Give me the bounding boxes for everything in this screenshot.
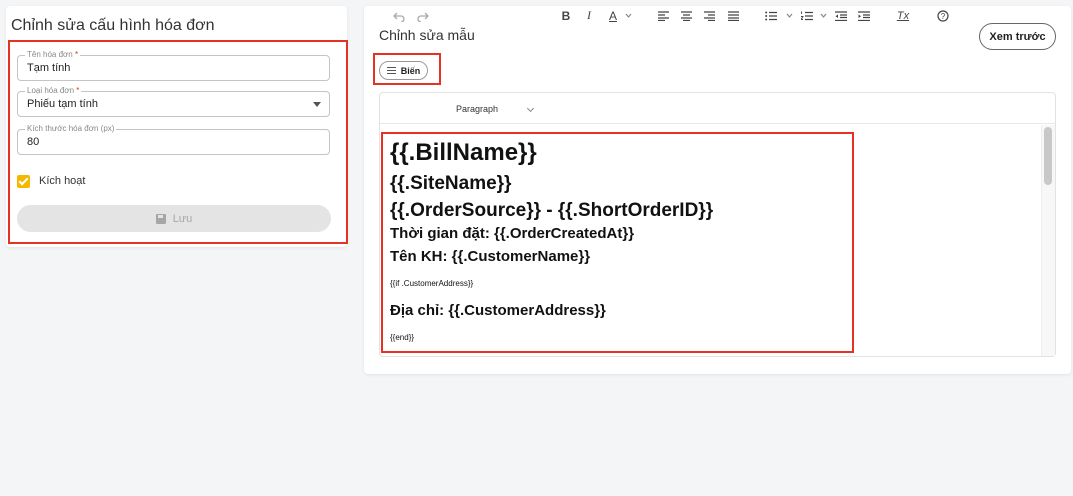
save-button[interactable]: Lưu xyxy=(17,205,331,232)
numbered-list-icon[interactable] xyxy=(799,0,815,31)
active-checkbox-row[interactable]: Kích hoạt xyxy=(17,173,85,189)
variables-button[interactable]: Biến xyxy=(379,61,428,80)
invoice-size-field[interactable]: Kích thước hóa đơn (px) 80 xyxy=(17,124,330,155)
font-color-chevron-icon[interactable] xyxy=(622,0,634,31)
template-line-customer: Tên KH: {{.CustomerName}} xyxy=(390,248,591,265)
bullet-list-icon[interactable] xyxy=(763,0,779,31)
invoice-size-value: 80 xyxy=(27,136,40,148)
invoice-name-field[interactable]: Tên hóa đơn * Tạm tính xyxy=(17,50,330,81)
block-format-select[interactable]: Paragraph xyxy=(452,101,537,117)
font-color-button[interactable]: A xyxy=(605,0,621,31)
invoice-type-select[interactable]: Loại hóa đơn * Phiếu tạm tính xyxy=(17,86,330,117)
invoice-name-label: Tên hóa đơn * xyxy=(25,50,81,60)
invoice-type-label: Loại hóa đơn * xyxy=(25,86,82,96)
italic-button[interactable]: I xyxy=(582,0,596,31)
undo-icon[interactable] xyxy=(391,0,407,31)
save-button-label: Lưu xyxy=(172,212,193,225)
active-checkbox-label: Kích hoạt xyxy=(39,175,86,187)
template-line-sitename: {{.SiteName}} xyxy=(390,173,512,194)
indent-icon[interactable] xyxy=(856,0,872,31)
invoice-config-title: Chỉnh sửa cấu hình hóa đơn xyxy=(11,17,215,34)
bullet-list-chevron-icon[interactable] xyxy=(784,0,794,31)
block-format-value: Paragraph xyxy=(456,104,499,114)
template-line-end: {{end}} xyxy=(390,333,415,342)
outdent-icon[interactable] xyxy=(833,0,849,31)
list-icon xyxy=(386,67,396,74)
align-left-icon[interactable] xyxy=(655,0,671,31)
align-justify-icon[interactable] xyxy=(725,0,741,31)
chevron-down-icon xyxy=(526,104,535,113)
save-disk-icon xyxy=(155,213,166,224)
redo-icon[interactable] xyxy=(415,0,431,31)
help-icon[interactable]: ? xyxy=(935,0,951,31)
align-center-icon[interactable] xyxy=(678,0,694,31)
align-right-icon[interactable] xyxy=(701,0,717,31)
active-checkbox[interactable] xyxy=(17,174,30,188)
editor-scrollbar-thumb[interactable] xyxy=(1044,127,1052,185)
dropdown-caret-icon xyxy=(313,102,321,107)
invoice-type-value: Phiếu tạm tính xyxy=(27,98,98,110)
template-line-order: {{.OrderSource}} - {{.ShortOrderID}} xyxy=(390,200,714,221)
invoice-size-label: Kích thước hóa đơn (px) xyxy=(25,124,117,134)
preview-button[interactable]: Xem trước xyxy=(979,23,1056,50)
template-line-if: {{if .CustomerAddress}} xyxy=(390,279,474,288)
variables-button-label: Biến xyxy=(400,65,421,76)
numbered-list-chevron-icon[interactable] xyxy=(818,0,828,31)
clear-format-button[interactable]: Tx xyxy=(895,0,911,31)
template-line-address: Địa chỉ: {{.CustomerAddress}} xyxy=(390,302,606,319)
svg-text:?: ? xyxy=(941,11,946,20)
bold-button[interactable]: B xyxy=(558,0,574,31)
template-line-billname: {{.BillName}} xyxy=(390,139,537,166)
template-line-order-time: Thời gian đặt: {{.OrderCreatedAt}} xyxy=(390,225,635,242)
invoice-name-value: Tạm tính xyxy=(27,62,71,74)
